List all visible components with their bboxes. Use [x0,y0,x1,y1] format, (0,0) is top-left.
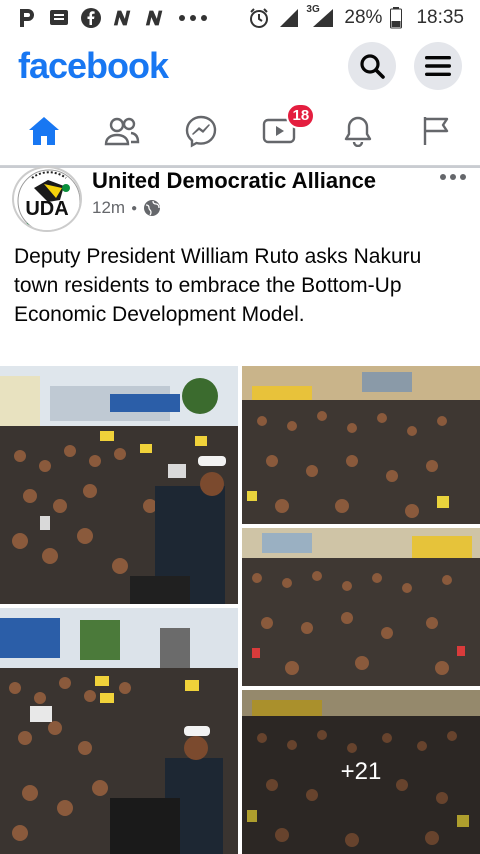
status-bar: 3G 28% 18:35 [0,0,480,36]
post-photo[interactable] [242,366,480,524]
post-photo[interactable] [0,608,238,854]
tab-home[interactable] [22,109,66,153]
app-header: facebook [0,36,480,96]
n-icon [144,7,166,29]
more-dot [460,174,466,180]
post-header: UDA United Democratic Alliance 12m ● [0,166,480,234]
alarm-icon [248,7,270,29]
message-icon [48,7,70,29]
search-icon [360,54,385,79]
facebook-logo[interactable]: facebook [18,45,330,87]
photo-grid: +21 [0,366,480,854]
p-icon [16,7,38,29]
tab-video[interactable]: 18 [257,102,316,153]
more-photos-count: +21 [340,758,382,785]
battery-percent: 28% [344,7,383,28]
facebook-icon [80,7,102,29]
status-left [16,7,248,29]
page-name[interactable]: United Democratic Alliance [92,168,466,194]
menu-icon [425,56,451,76]
main-tab-bar: 18 [0,96,480,166]
globe-icon [144,200,161,216]
tab-messenger[interactable] [179,109,223,153]
post-photo[interactable] [0,366,238,604]
network-type-label: 3G [306,4,320,15]
n-icon [112,7,134,29]
dot-separator: ● [131,202,138,214]
post-meta: United Democratic Alliance 12m ● [92,168,466,218]
tab-pages[interactable] [414,109,458,153]
signal-icon [278,7,300,29]
messenger-icon [185,115,216,148]
post-photo[interactable]: +21 [242,690,480,854]
more-dot [440,174,446,180]
post-subline: 12m ● [92,198,466,218]
friends-icon [105,117,140,145]
more-dots-icon [176,7,210,29]
battery-icon [390,7,403,29]
tab-friends[interactable] [100,109,144,153]
post-time[interactable]: 12m [92,198,125,218]
clock-time: 18:35 [416,7,464,28]
page-avatar[interactable]: UDA [12,166,82,232]
home-icon [29,116,59,145]
tab-notifications[interactable] [336,109,380,153]
menu-button[interactable] [414,42,462,90]
search-button[interactable] [348,42,396,90]
avatar-logo-text: UDA [25,198,69,220]
more-photos-overlay[interactable]: +21 [242,690,480,854]
status-right: 3G 28% 18:35 [248,4,464,29]
post-text: Deputy President William Ruto asks Nakur… [14,245,422,326]
notifications-icon [344,116,371,147]
post-photo[interactable] [242,528,480,686]
more-dot [450,174,456,180]
video-notification-badge: 18 [286,102,316,129]
network-3g-signal-icon: 3G [306,4,336,29]
post-options-button[interactable] [440,174,466,180]
pages-flag-icon [423,116,449,145]
